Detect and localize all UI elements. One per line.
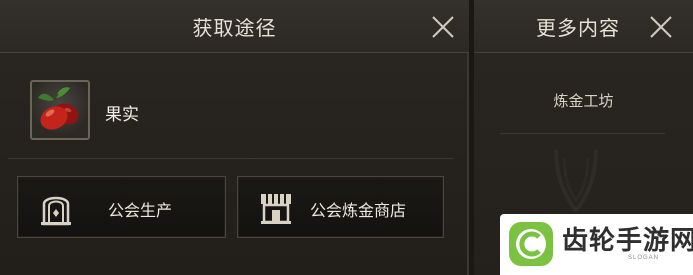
more-item-alchemy-workshop[interactable]: 炼金工坊 — [474, 90, 693, 111]
more-panel-header: 更多内容 — [474, 0, 693, 53]
acquire-close-button[interactable] — [430, 14, 456, 40]
source-label: 公会生产 — [108, 201, 173, 220]
acquire-panel: 获取途径 果实 公会生产 公会炼金商店 — [0, 0, 469, 275]
watermark-text: 齿轮手游网 — [562, 226, 693, 256]
more-panel-title: 更多内容 — [536, 16, 620, 40]
close-icon — [650, 16, 672, 38]
game-screen: 获取途径 果实 公会生产 公会炼金商店 更多内容 炼金工坊 齿轮手游网 SLOG… — [0, 0, 693, 275]
more-divider — [500, 133, 665, 134]
item-name: 果实 — [105, 105, 139, 125]
close-icon — [432, 16, 454, 38]
source-button-guild-alchemy-shop[interactable]: 公会炼金商店 — [237, 176, 444, 238]
section-divider — [8, 158, 454, 159]
guild-arch-icon — [38, 190, 74, 226]
watermark-slogan: SLOGAN — [628, 255, 660, 261]
source-label: 公会炼金商店 — [310, 201, 407, 220]
faint-emblem-icon — [554, 149, 598, 213]
red-fruit-icon — [38, 87, 79, 130]
site-watermark: 齿轮手游网 SLOGAN — [500, 214, 693, 275]
acquire-panel-header: 获取途径 — [0, 0, 469, 53]
item-slot[interactable] — [30, 80, 90, 140]
gear-logo-icon — [509, 222, 553, 266]
more-close-button[interactable] — [648, 14, 674, 40]
source-button-guild-production[interactable]: 公会生产 — [17, 176, 226, 238]
shop-awning-icon — [258, 190, 294, 226]
acquire-panel-title: 获取途径 — [192, 16, 277, 40]
